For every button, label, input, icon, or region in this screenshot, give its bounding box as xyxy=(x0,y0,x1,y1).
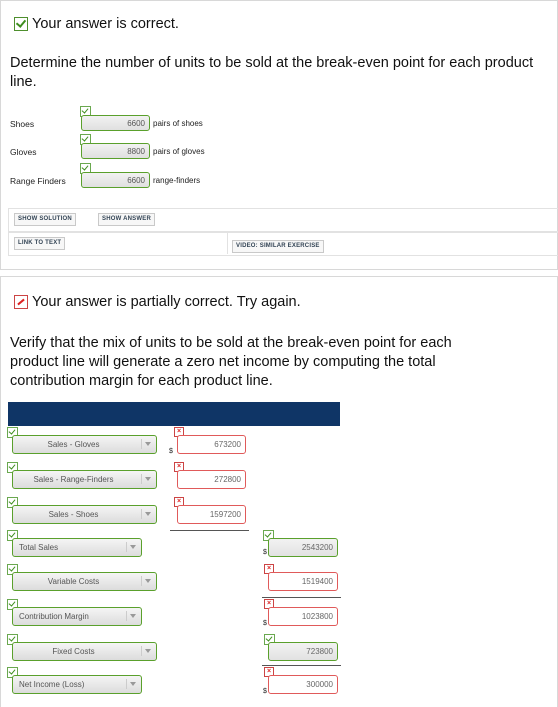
gloves-units-input[interactable]: 8800 xyxy=(81,143,150,159)
range-finders-units-input[interactable]: 6600 xyxy=(81,172,150,188)
unit-label-range-finders: range-finders xyxy=(153,176,201,185)
question-line: contribution margin for each product lin… xyxy=(10,373,273,389)
part1-status: Your answer is correct. xyxy=(14,16,179,32)
dropdown-arrow-icon xyxy=(141,509,152,519)
part1-question: Determine the number of units to be sold… xyxy=(10,55,534,90)
account-select-fixed-costs[interactable]: Fixed Costs xyxy=(12,642,157,661)
net-income-input[interactable]: 300000 xyxy=(268,675,338,694)
unit-label-gloves: pairs of gloves xyxy=(153,147,205,156)
variable-costs-input[interactable]: 1519400 xyxy=(268,572,338,591)
contribution-margin-input[interactable]: 1023800 xyxy=(268,607,338,626)
dropdown-arrow-icon xyxy=(141,576,152,586)
shoes-units-input[interactable]: 6600 xyxy=(81,115,150,131)
dollar-sign: $ xyxy=(263,549,267,556)
unit-label-shoes: pairs of shoes xyxy=(153,119,203,128)
part1-status-text: Your answer is correct. xyxy=(32,16,179,32)
dollar-sign: $ xyxy=(263,688,267,695)
dropdown-arrow-icon xyxy=(126,611,137,621)
check-icon xyxy=(14,17,28,31)
account-select-total-sales[interactable]: Total Sales xyxy=(12,538,142,557)
part2-status: Your answer is partially correct. Try ag… xyxy=(14,294,301,310)
fixed-costs-input[interactable]: 723800 xyxy=(268,642,338,661)
row-label-range-finders: Range Finders xyxy=(10,176,66,186)
dollar-sign: $ xyxy=(169,448,173,455)
account-select-variable-costs[interactable]: Variable Costs xyxy=(12,572,157,591)
sales-shoes-input[interactable]: 1597200 xyxy=(177,505,246,524)
account-select-sales-shoes[interactable]: Sales - Shoes xyxy=(12,505,157,524)
account-select-contribution-margin[interactable]: Contribution Margin xyxy=(12,607,142,626)
part2-question: Verify that the mix of units to be sold … xyxy=(10,334,555,391)
total-sales-input[interactable]: 2543200 xyxy=(268,538,338,557)
sales-gloves-input[interactable]: 673200 xyxy=(177,435,246,454)
account-select-sales-range-finders[interactable]: Sales - Range-Finders xyxy=(12,470,157,489)
question-line: Verify that the mix of units to be sold … xyxy=(10,335,452,351)
row-label-shoes: Shoes xyxy=(10,119,35,129)
dropdown-arrow-icon xyxy=(141,646,152,656)
dropdown-arrow-icon xyxy=(126,542,137,552)
row-label-gloves: Gloves xyxy=(10,147,37,157)
subtotal-underline xyxy=(262,665,341,666)
show-solution-button[interactable]: SHOW SOLUTION xyxy=(14,213,76,226)
account-select-net-income[interactable]: Net Income (Loss) xyxy=(12,675,142,694)
link-bar-divider xyxy=(227,232,228,254)
table-header-bar xyxy=(8,402,340,426)
account-select-sales-gloves[interactable]: Sales - Gloves xyxy=(12,435,157,454)
dropdown-arrow-icon xyxy=(126,679,137,689)
dropdown-arrow-icon xyxy=(141,474,152,484)
sales-range-finders-input[interactable]: 272800 xyxy=(177,470,246,489)
video-similar-exercise-button[interactable]: VIDEO: SIMILAR EXERCISE xyxy=(232,240,324,253)
part1-action-bar xyxy=(8,208,558,232)
question-line: product line will generate a zero net in… xyxy=(10,354,436,370)
subtotal-underline xyxy=(262,597,341,598)
link-to-text-button[interactable]: LINK TO TEXT xyxy=(14,237,66,250)
partial-correct-icon xyxy=(14,295,28,309)
dropdown-arrow-icon xyxy=(141,439,152,449)
part2-status-text: Your answer is partially correct. Try ag… xyxy=(32,294,301,310)
dollar-sign: $ xyxy=(263,620,267,627)
show-answer-button[interactable]: SHOW ANSWER xyxy=(98,213,155,226)
subtotal-underline xyxy=(170,530,249,531)
